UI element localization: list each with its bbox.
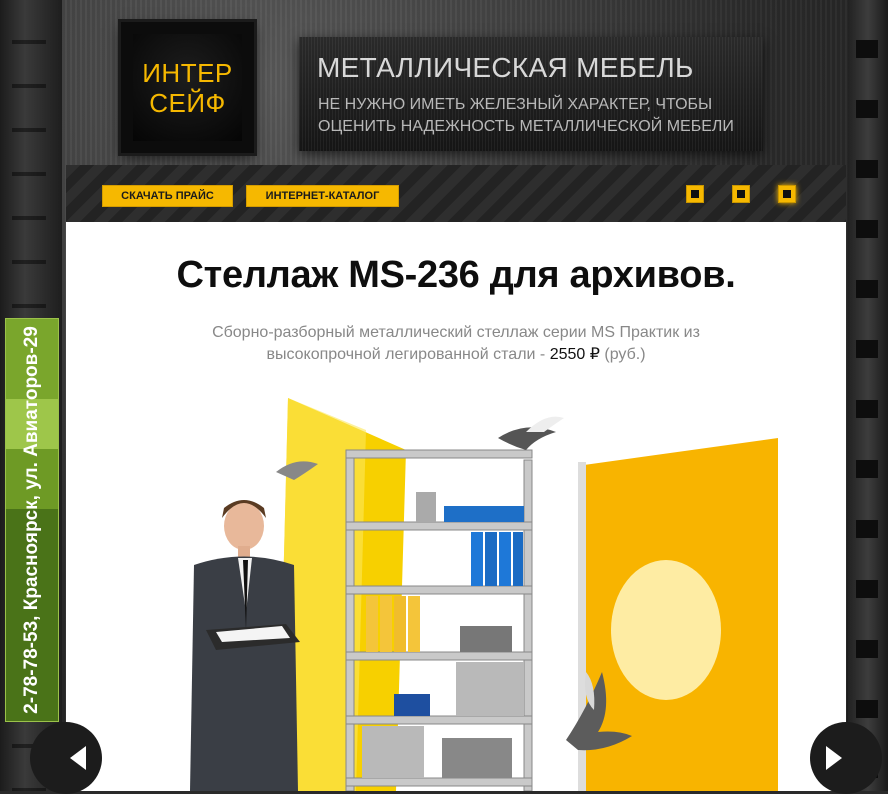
- chevron-left-icon: [70, 746, 86, 770]
- door-light-glow: [611, 560, 721, 700]
- logo[interactable]: ИНТЕР СЕЙФ: [121, 22, 254, 153]
- logo-line-1: ИНТЕР: [142, 57, 233, 88]
- slider-prev-button[interactable]: [30, 722, 102, 794]
- product-title: Стеллаж MS-236 для архивов.: [176, 254, 736, 296]
- logo-box: ИНТЕР СЕЙФ: [133, 34, 242, 141]
- chevron-right-icon: [826, 746, 842, 770]
- slider-dot-1[interactable]: [686, 185, 704, 203]
- contact-tab: 2-78-78-53, Красноярск, ул. Авиаторов-29: [5, 318, 59, 722]
- price-currency: (руб.): [604, 346, 646, 363]
- pigeon-top: [498, 416, 564, 450]
- contact-text: 2-78-78-53, Красноярск, ул. Авиаторов-29: [21, 326, 42, 714]
- slogan-title: МЕТАЛЛИЧЕСКАЯ МЕБЕЛЬ: [317, 52, 694, 83]
- download-price-button[interactable]: СКАЧАТЬ ПРАЙС: [102, 185, 233, 207]
- slogan-banner: МЕТАЛЛИЧЕСКАЯ МЕБЕЛЬ НЕ НУЖНО ИМЕТЬ ЖЕЛЕ…: [299, 37, 763, 151]
- slogan-subtitle: НЕ НУЖНО ИМЕТЬ ЖЕЛЕЗНЫЙ ХАРАКТЕР, ЧТОБЫ …: [318, 96, 734, 135]
- product-price: 2550 ₽: [549, 346, 600, 363]
- right-metal-rail: [848, 0, 888, 791]
- slider-dot-3-active[interactable]: [778, 185, 796, 203]
- logo-line-2: СЕЙФ: [149, 87, 226, 118]
- product-image: [190, 398, 778, 791]
- slider-next-button[interactable]: [810, 722, 882, 794]
- online-catalog-button[interactable]: ИНТЕРНЕТ-КАТАЛОГ: [246, 185, 399, 207]
- slider-dot-2[interactable]: [732, 185, 750, 203]
- businessman: [190, 500, 300, 791]
- product-description: Сборно-разборный металлический стеллаж с…: [176, 322, 736, 366]
